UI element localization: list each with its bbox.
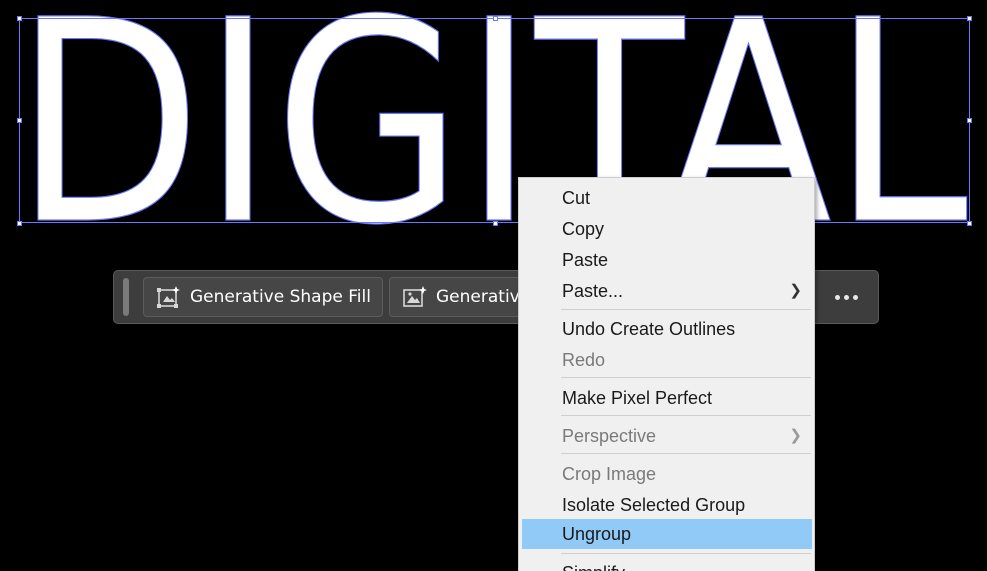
more-options-icon [834, 294, 840, 300]
menu-item-paste-submenu[interactable]: Paste... ❯ [522, 276, 812, 306]
menu-item-copy[interactable]: Copy [522, 214, 812, 244]
menu-item-label: Redo [562, 350, 606, 370]
menu-item-cut[interactable]: Cut [522, 183, 812, 213]
menu-item-label: Make Pixel Perfect [562, 388, 713, 408]
menu-separator [561, 377, 811, 378]
resize-handle-top-left[interactable] [17, 16, 22, 21]
resize-handle-top-right[interactable] [967, 16, 972, 21]
generative-recolor-icon [403, 286, 427, 307]
menu-separator [561, 453, 811, 454]
menu-item-make-pixel-perfect[interactable]: Make Pixel Perfect [522, 383, 812, 413]
context-menu: Cut Copy Paste Paste... ❯ Undo Create Ou… [518, 177, 815, 571]
menu-item-crop-image: Crop Image [522, 459, 812, 489]
generative-shape-fill-label: Generative Shape Fill [190, 287, 371, 307]
menu-item-label: Isolate Selected Group [562, 495, 746, 515]
resize-handle-middle-left[interactable] [17, 118, 22, 123]
resize-handle-middle-right[interactable] [967, 118, 972, 123]
resize-handle-bottom-center[interactable] [493, 221, 498, 226]
menu-item-label: Paste [562, 250, 609, 270]
menu-separator [561, 309, 811, 310]
menu-item-redo: Redo [522, 345, 812, 375]
menu-item-label: Cut [562, 188, 591, 208]
menu-item-ungroup[interactable]: Ungroup [522, 519, 812, 549]
menu-item-simplify[interactable]: Simplify [522, 558, 812, 571]
menu-separator [561, 415, 811, 416]
menu-item-isolate-selected-group[interactable]: Isolate Selected Group [522, 490, 812, 520]
menu-item-label: Crop Image [562, 464, 657, 484]
menu-item-label: Copy [562, 219, 605, 239]
selection-bounding-box [19, 18, 970, 223]
more-options-button[interactable] [824, 281, 868, 313]
menu-item-paste[interactable]: Paste [522, 245, 812, 275]
taskbar-drag-handle[interactable] [123, 278, 129, 316]
menu-item-undo-create-outlines[interactable]: Undo Create Outlines [522, 314, 812, 344]
generative-recolor-label: Generative [436, 287, 531, 307]
menu-item-label: Undo Create Outlines [562, 319, 736, 339]
outlined-text-artwork[interactable]: DIGITAL [0, 0, 987, 288]
chevron-right-icon: ❯ [789, 282, 802, 299]
generative-shape-fill-icon [157, 286, 180, 308]
resize-handle-top-center[interactable] [493, 16, 498, 21]
resize-handle-bottom-right[interactable] [967, 221, 972, 226]
menu-item-label: Simplify [562, 563, 625, 571]
menu-item-perspective: Perspective ❯ [522, 421, 812, 451]
canvas[interactable]: DIGITAL Generative Shape Fill Generative… [0, 0, 987, 571]
generative-shape-fill-button[interactable]: Generative Shape Fill [143, 277, 383, 317]
menu-item-label: Paste... [562, 281, 624, 301]
menu-item-label: Ungroup [562, 524, 632, 544]
chevron-right-icon: ❯ [789, 427, 802, 444]
more-options-icon [852, 294, 858, 300]
resize-handle-bottom-left[interactable] [17, 221, 22, 226]
more-options-icon [843, 294, 849, 300]
menu-separator [561, 553, 811, 554]
menu-item-label: Perspective [562, 426, 657, 446]
